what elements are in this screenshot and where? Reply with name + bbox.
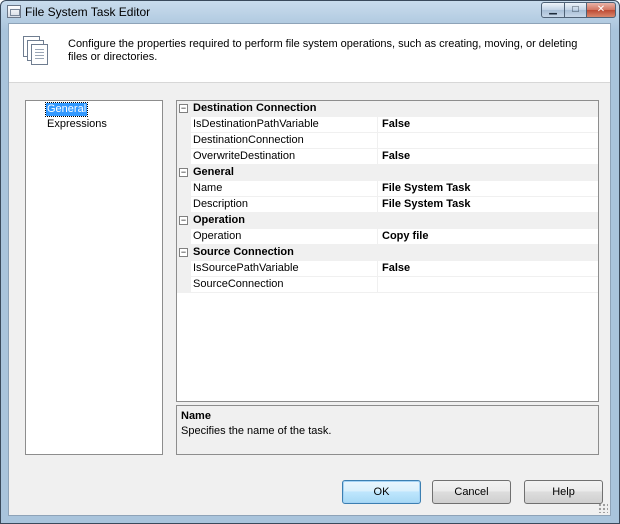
property-name: Name bbox=[191, 181, 378, 197]
property-value[interactable]: False bbox=[378, 149, 598, 165]
nav-item-expressions[interactable]: Expressions bbox=[46, 118, 108, 131]
property-row[interactable]: Name File System Task bbox=[177, 181, 598, 197]
property-name: IsDestinationPathVariable bbox=[191, 117, 378, 133]
property-value[interactable]: File System Task bbox=[378, 181, 598, 197]
property-value[interactable]: File System Task bbox=[378, 197, 598, 213]
property-row[interactable]: OverwriteDestination False bbox=[177, 149, 598, 165]
help-button[interactable]: Help bbox=[524, 480, 603, 504]
ok-button[interactable]: OK bbox=[342, 480, 421, 504]
property-name: Description bbox=[191, 197, 378, 213]
property-name: IsSourcePathVariable bbox=[191, 261, 378, 277]
property-value[interactable] bbox=[378, 277, 598, 293]
property-value[interactable]: False bbox=[378, 117, 598, 133]
property-description-pane: Name Specifies the name of the task. bbox=[176, 405, 599, 455]
property-name: OverwriteDestination bbox=[191, 149, 378, 165]
category-row-destination-connection[interactable]: − Destination Connection bbox=[177, 101, 598, 117]
documents-icon bbox=[23, 36, 51, 66]
category-row-operation[interactable]: − Operation bbox=[177, 213, 598, 229]
property-name: SourceConnection bbox=[191, 277, 378, 293]
app-icon bbox=[7, 5, 21, 18]
property-row[interactable]: IsSourcePathVariable False bbox=[177, 261, 598, 277]
nav-item-general[interactable]: General bbox=[44, 102, 89, 117]
description-title: Name bbox=[181, 410, 211, 422]
page-nav-list: General Expressions bbox=[25, 100, 163, 455]
property-row[interactable]: DestinationConnection bbox=[177, 133, 598, 149]
property-value[interactable] bbox=[378, 133, 598, 149]
description-text: Specifies the name of the task. bbox=[181, 425, 332, 437]
collapse-icon[interactable]: − bbox=[179, 248, 188, 257]
property-row[interactable]: Operation Copy file bbox=[177, 229, 598, 245]
collapse-icon[interactable]: − bbox=[179, 168, 188, 177]
maximize-button[interactable]: □ bbox=[564, 2, 587, 18]
maximize-icon: □ bbox=[572, 4, 579, 15]
property-row[interactable]: Description File System Task bbox=[177, 197, 598, 213]
category-row-general[interactable]: − General bbox=[177, 165, 598, 181]
category-row-source-connection[interactable]: − Source Connection bbox=[177, 245, 598, 261]
resize-grip[interactable] bbox=[598, 503, 608, 513]
cancel-button[interactable]: Cancel bbox=[432, 480, 511, 504]
dialog-client-area: Configure the properties required to per… bbox=[8, 23, 611, 516]
header-description: Configure the properties required to per… bbox=[68, 38, 578, 63]
category-label: Operation bbox=[191, 213, 598, 229]
dialog-window: File System Task Editor ▁ □ ✕ Configure … bbox=[0, 0, 620, 524]
category-label: Source Connection bbox=[191, 245, 598, 261]
title-bar[interactable]: File System Task Editor ▁ □ ✕ bbox=[1, 1, 619, 23]
property-grid: − Destination Connection IsDestinationPa… bbox=[176, 100, 599, 402]
minimize-button[interactable]: ▁ bbox=[541, 2, 565, 18]
property-name: Operation bbox=[191, 229, 378, 245]
property-value[interactable]: False bbox=[378, 261, 598, 277]
property-value[interactable]: Copy file bbox=[378, 229, 598, 245]
collapse-icon[interactable]: − bbox=[179, 104, 188, 113]
property-name: DestinationConnection bbox=[191, 133, 378, 149]
category-label: Destination Connection bbox=[191, 101, 598, 117]
header-band: Configure the properties required to per… bbox=[9, 24, 610, 83]
minimize-icon: ▁ bbox=[549, 4, 557, 15]
collapse-icon[interactable]: − bbox=[179, 216, 188, 225]
window-title: File System Task Editor bbox=[25, 5, 151, 19]
close-icon: ✕ bbox=[596, 4, 606, 15]
property-row[interactable]: SourceConnection bbox=[177, 277, 598, 293]
close-button[interactable]: ✕ bbox=[586, 2, 616, 18]
property-row[interactable]: IsDestinationPathVariable False bbox=[177, 117, 598, 133]
category-label: General bbox=[191, 165, 598, 181]
